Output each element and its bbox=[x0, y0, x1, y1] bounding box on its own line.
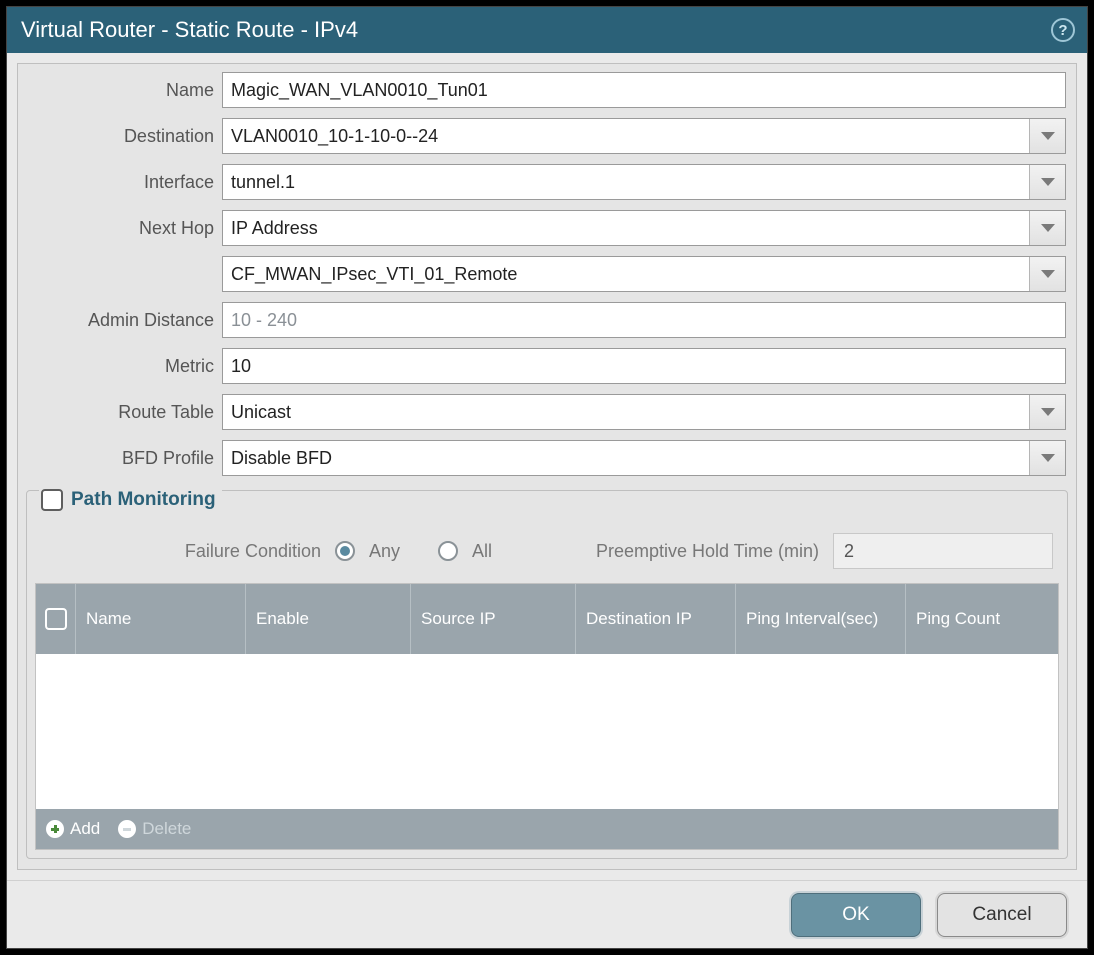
row-bfd-profile: BFD Profile bbox=[28, 440, 1066, 476]
titlebar: Virtual Router - Static Route - IPv4 ? bbox=[7, 7, 1087, 53]
table-header-destination-ip[interactable]: Destination IP bbox=[576, 584, 736, 654]
failure-condition-all-label: All bbox=[472, 541, 492, 562]
destination-select[interactable] bbox=[222, 118, 1066, 154]
dialog-body: Name Destination bbox=[7, 53, 1087, 880]
form: Name Destination bbox=[26, 70, 1068, 482]
bfd-profile-select[interactable] bbox=[222, 440, 1066, 476]
dialog-footer: OK Cancel bbox=[7, 880, 1087, 948]
label-name: Name bbox=[28, 80, 214, 101]
form-panel: Name Destination bbox=[17, 63, 1077, 870]
admin-distance-field[interactable] bbox=[222, 302, 1066, 338]
destination-input[interactable] bbox=[223, 119, 1029, 153]
chevron-down-icon bbox=[1041, 178, 1055, 186]
bfd-profile-dropdown-button[interactable] bbox=[1029, 441, 1065, 475]
table-header-ping-count[interactable]: Ping Count bbox=[906, 584, 1058, 654]
next-hop-value-select[interactable] bbox=[222, 256, 1066, 292]
dialog-inner: Virtual Router - Static Route - IPv4 ? N… bbox=[6, 6, 1088, 949]
plus-icon bbox=[46, 820, 64, 838]
chevron-down-icon bbox=[1041, 224, 1055, 232]
name-field[interactable] bbox=[222, 72, 1066, 108]
chevron-down-icon bbox=[1041, 408, 1055, 416]
failure-condition-any-label: Any bbox=[369, 541, 400, 562]
table-header-checkbox-cell bbox=[36, 584, 76, 654]
delete-row-button[interactable]: Delete bbox=[118, 819, 191, 839]
path-monitoring-table: Name Enable Source IP Destination IP Pin… bbox=[35, 583, 1059, 850]
bfd-profile-input[interactable] bbox=[223, 441, 1029, 475]
name-input[interactable] bbox=[223, 73, 1065, 107]
row-destination: Destination bbox=[28, 118, 1066, 154]
table-header-enable[interactable]: Enable bbox=[246, 584, 411, 654]
label-admin-distance: Admin Distance bbox=[28, 310, 214, 331]
row-interface: Interface bbox=[28, 164, 1066, 200]
row-name: Name bbox=[28, 72, 1066, 108]
dialog-title: Virtual Router - Static Route - IPv4 bbox=[21, 17, 358, 43]
ok-button[interactable]: OK bbox=[791, 893, 921, 937]
preemptive-hold-time-input[interactable] bbox=[833, 533, 1053, 569]
row-metric: Metric bbox=[28, 348, 1066, 384]
interface-input[interactable] bbox=[223, 165, 1029, 199]
metric-field[interactable] bbox=[222, 348, 1066, 384]
interface-dropdown-button[interactable] bbox=[1029, 165, 1065, 199]
next-hop-type-dropdown-button[interactable] bbox=[1029, 211, 1065, 245]
next-hop-value-dropdown-button[interactable] bbox=[1029, 257, 1065, 291]
delete-row-label: Delete bbox=[142, 819, 191, 839]
row-next-hop-value bbox=[28, 256, 1066, 292]
chevron-down-icon bbox=[1041, 132, 1055, 140]
row-admin-distance: Admin Distance bbox=[28, 302, 1066, 338]
row-route-table: Route Table bbox=[28, 394, 1066, 430]
row-next-hop: Next Hop bbox=[28, 210, 1066, 246]
failure-condition-any-radio[interactable] bbox=[335, 541, 355, 561]
chevron-down-icon bbox=[1041, 454, 1055, 462]
path-monitoring-fieldset: Path Monitoring Failure Condition Any Al… bbox=[26, 490, 1068, 859]
table-body-empty bbox=[36, 654, 1058, 809]
label-destination: Destination bbox=[28, 126, 214, 147]
failure-condition-all-radio[interactable] bbox=[438, 541, 458, 561]
label-interface: Interface bbox=[28, 172, 214, 193]
table-header: Name Enable Source IP Destination IP Pin… bbox=[36, 584, 1058, 654]
route-table-input[interactable] bbox=[223, 395, 1029, 429]
next-hop-type-input[interactable] bbox=[223, 211, 1029, 245]
cancel-button[interactable]: Cancel bbox=[937, 893, 1067, 937]
cancel-button-label: Cancel bbox=[972, 904, 1031, 926]
route-table-select[interactable] bbox=[222, 394, 1066, 430]
help-icon[interactable]: ? bbox=[1051, 18, 1075, 42]
label-next-hop: Next Hop bbox=[28, 218, 214, 239]
table-header-ping-interval[interactable]: Ping Interval(sec) bbox=[736, 584, 906, 654]
table-header-name[interactable]: Name bbox=[76, 584, 246, 654]
route-table-dropdown-button[interactable] bbox=[1029, 395, 1065, 429]
interface-select[interactable] bbox=[222, 164, 1066, 200]
destination-dropdown-button[interactable] bbox=[1029, 119, 1065, 153]
table-header-source-ip[interactable]: Source IP bbox=[411, 584, 576, 654]
next-hop-value-input[interactable] bbox=[223, 257, 1029, 291]
label-metric: Metric bbox=[28, 356, 214, 377]
minus-icon bbox=[118, 820, 136, 838]
table-footer: Add Delete bbox=[36, 809, 1058, 849]
metric-input[interactable] bbox=[223, 349, 1065, 383]
failure-condition-label: Failure Condition bbox=[41, 541, 321, 562]
ok-button-label: OK bbox=[842, 904, 869, 926]
path-monitoring-legend: Path Monitoring bbox=[39, 489, 222, 511]
path-monitoring-label: Path Monitoring bbox=[71, 489, 216, 511]
add-row-label: Add bbox=[70, 819, 100, 839]
table-select-all-checkbox[interactable] bbox=[45, 608, 67, 630]
add-row-button[interactable]: Add bbox=[46, 819, 100, 839]
preemptive-hold-time-label: Preemptive Hold Time (min) bbox=[596, 541, 819, 562]
dialog-window: Virtual Router - Static Route - IPv4 ? N… bbox=[0, 0, 1094, 955]
label-route-table: Route Table bbox=[28, 402, 214, 423]
admin-distance-input[interactable] bbox=[223, 303, 1065, 337]
chevron-down-icon bbox=[1041, 270, 1055, 278]
label-bfd-profile: BFD Profile bbox=[28, 448, 214, 469]
next-hop-type-select[interactable] bbox=[222, 210, 1066, 246]
path-monitoring-options-row: Failure Condition Any All Preemptive Hol… bbox=[35, 529, 1059, 583]
path-monitoring-checkbox[interactable] bbox=[41, 489, 63, 511]
